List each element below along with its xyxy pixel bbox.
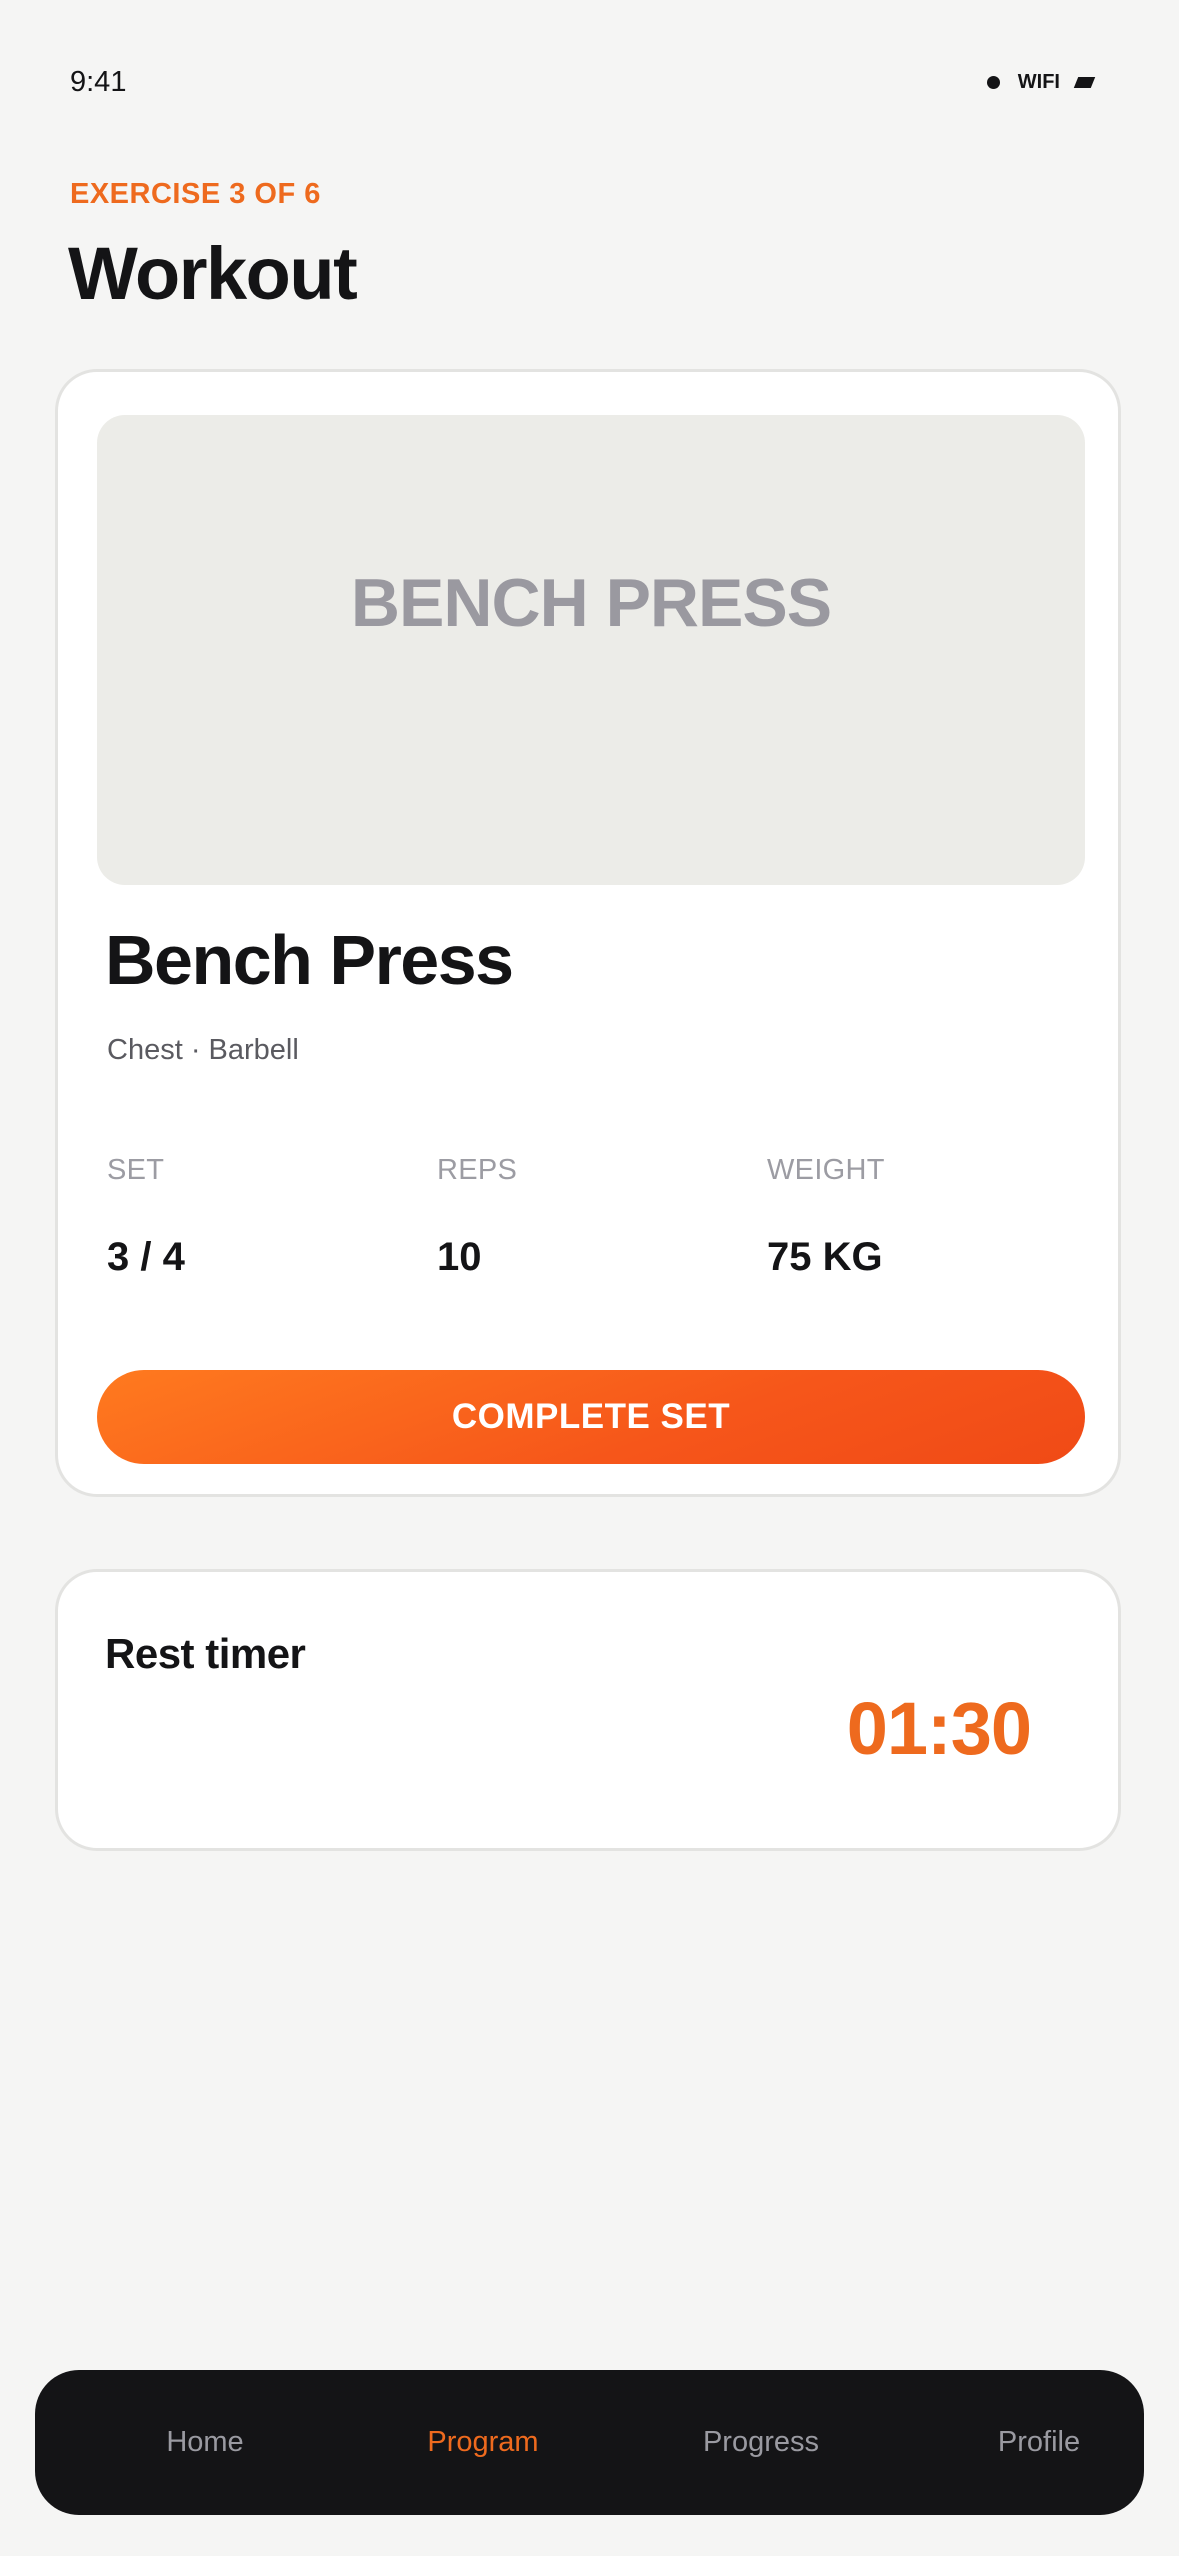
rest-timer-title: Rest timer — [105, 1630, 306, 1677]
stat-value: 75 KG — [767, 1235, 883, 1279]
tab-progress[interactable]: Progress — [641, 2370, 881, 2515]
stat-value: 3 / 4 — [107, 1235, 185, 1279]
status-indicators: WIFI — [986, 66, 1096, 98]
stat-label: SET — [107, 1154, 165, 1186]
rest-timer-value: 01:30 — [846, 1687, 1032, 1770]
page-title: Workout — [68, 232, 358, 315]
stat-set: SET 3 / 4 — [107, 1152, 407, 1282]
tab-profile[interactable]: Profile — [919, 2370, 1159, 2515]
stat-reps: REPS 10 — [437, 1152, 737, 1282]
battery-icon — [1073, 76, 1096, 88]
stat-label: WEIGHT — [767, 1154, 885, 1186]
tab-program[interactable]: Program — [363, 2370, 603, 2515]
stat-label: REPS — [437, 1154, 518, 1186]
exercise-media-label: BENCH PRESS — [350, 565, 832, 641]
exercise-meta: Chest · Barbell — [107, 1034, 299, 1066]
bottom-tab-bar: Home Program Progress Profile — [35, 2370, 1144, 2515]
exercise-card: BENCH PRESS Bench Press Chest · Barbell … — [55, 369, 1121, 1497]
complete-set-button[interactable]: COMPLETE SET — [97, 1370, 1085, 1464]
wifi-label: WIFI — [1017, 70, 1060, 93]
rest-timer-card: Rest timer 01:30 — [55, 1569, 1121, 1851]
tab-home[interactable]: Home — [85, 2370, 325, 2515]
stat-weight: WEIGHT 75 KG — [767, 1152, 1067, 1282]
status-time: 9:41 — [70, 66, 127, 98]
exercise-media: BENCH PRESS — [97, 415, 1085, 885]
stat-value: 10 — [437, 1235, 482, 1279]
exercise-name: Bench Press — [105, 921, 514, 999]
signal-dot-icon — [986, 75, 1000, 89]
exercise-progress-label: EXERCISE 3 OF 6 — [70, 178, 321, 210]
exercise-stats: SET 3 / 4 REPS 10 WEIGHT 75 KG — [107, 1152, 1087, 1282]
